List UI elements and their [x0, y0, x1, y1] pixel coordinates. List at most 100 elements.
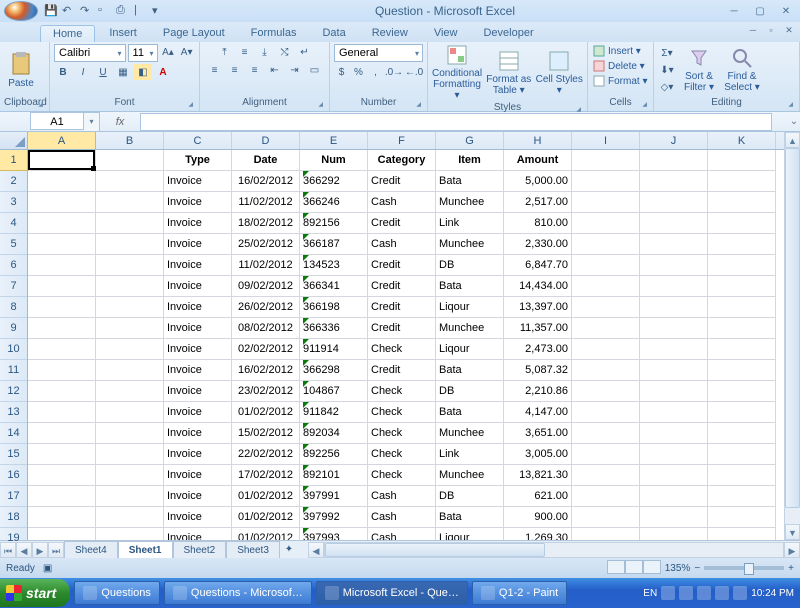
cell[interactable]: 397993: [300, 528, 368, 540]
cell[interactable]: 22/02/2012: [232, 444, 300, 465]
cell[interactable]: Invoice: [164, 213, 232, 234]
cell[interactable]: 2,517.00: [504, 192, 572, 213]
cell[interactable]: [640, 255, 708, 276]
cell[interactable]: [28, 423, 96, 444]
undo-icon[interactable]: ↶: [62, 4, 76, 18]
tab-page-layout[interactable]: Page Layout: [151, 25, 237, 42]
cell[interactable]: 366341: [300, 276, 368, 297]
percent-icon[interactable]: %: [351, 64, 366, 80]
cell[interactable]: 2,330.00: [504, 234, 572, 255]
cell[interactable]: [96, 444, 164, 465]
cell[interactable]: Credit: [368, 276, 436, 297]
cell[interactable]: [28, 339, 96, 360]
cell[interactable]: [96, 360, 164, 381]
row-header[interactable]: 14: [0, 423, 27, 444]
scroll-right-icon[interactable]: ▶: [784, 542, 800, 558]
cell[interactable]: Invoice: [164, 507, 232, 528]
cell[interactable]: [28, 297, 96, 318]
vscroll-thumb[interactable]: [785, 148, 800, 508]
cell[interactable]: [708, 402, 776, 423]
tab-home[interactable]: Home: [40, 25, 95, 42]
cell[interactable]: [96, 192, 164, 213]
cell[interactable]: Check: [368, 339, 436, 360]
cell[interactable]: [640, 528, 708, 540]
cell[interactable]: 17/02/2012: [232, 465, 300, 486]
cell[interactable]: [572, 276, 640, 297]
delete-cells-button[interactable]: Delete ▾: [592, 59, 649, 73]
increase-indent-icon[interactable]: ⇥: [286, 62, 304, 78]
cell[interactable]: [28, 318, 96, 339]
row-header[interactable]: 16: [0, 465, 27, 486]
column-header-E[interactable]: E: [300, 132, 368, 149]
underline-icon[interactable]: U: [94, 64, 112, 80]
align-right-icon[interactable]: ≡: [246, 62, 264, 78]
row-header[interactable]: 11: [0, 360, 27, 381]
cell[interactable]: Invoice: [164, 444, 232, 465]
cell[interactable]: Credit: [368, 171, 436, 192]
cell[interactable]: [572, 444, 640, 465]
scroll-up-icon[interactable]: ▲: [785, 132, 800, 148]
cell[interactable]: [28, 276, 96, 297]
cell[interactable]: Munchee: [436, 192, 504, 213]
cell[interactable]: 892101: [300, 465, 368, 486]
shrink-font-icon[interactable]: A▾: [178, 44, 195, 60]
cell[interactable]: Credit: [368, 213, 436, 234]
cell[interactable]: [640, 465, 708, 486]
cell[interactable]: 366198: [300, 297, 368, 318]
align-middle-icon[interactable]: ≡: [236, 44, 254, 60]
taskbar-item[interactable]: Q1-2 - Paint: [472, 581, 567, 605]
tab-view[interactable]: View: [422, 25, 470, 42]
cell[interactable]: 23/02/2012: [232, 381, 300, 402]
cell[interactable]: [572, 360, 640, 381]
close-button[interactable]: ✕: [776, 4, 796, 18]
clear-icon[interactable]: ◇▾: [658, 79, 676, 95]
cell[interactable]: [96, 339, 164, 360]
cell[interactable]: [640, 402, 708, 423]
tray-icon[interactable]: [661, 586, 675, 600]
cell[interactable]: [96, 213, 164, 234]
cell[interactable]: [640, 423, 708, 444]
cell[interactable]: [28, 381, 96, 402]
cell[interactable]: Invoice: [164, 192, 232, 213]
cell[interactable]: [708, 507, 776, 528]
row-header[interactable]: 15: [0, 444, 27, 465]
cell[interactable]: Invoice: [164, 255, 232, 276]
cell[interactable]: Invoice: [164, 381, 232, 402]
cell[interactable]: [708, 339, 776, 360]
sheet-tab[interactable]: Sheet1: [118, 541, 173, 558]
align-center-icon[interactable]: ≡: [226, 62, 244, 78]
cell[interactable]: 08/02/2012: [232, 318, 300, 339]
cell[interactable]: Cash: [368, 486, 436, 507]
cell[interactable]: Cash: [368, 507, 436, 528]
cell[interactable]: [640, 318, 708, 339]
cell[interactable]: 892256: [300, 444, 368, 465]
align-bottom-icon[interactable]: ⤓: [256, 44, 274, 60]
start-button[interactable]: start: [0, 579, 70, 607]
tray-icon[interactable]: [697, 586, 711, 600]
cell[interactable]: Credit: [368, 360, 436, 381]
row-header[interactable]: 6: [0, 255, 27, 276]
cell[interactable]: [572, 528, 640, 540]
cell[interactable]: [28, 171, 96, 192]
row-header[interactable]: 4: [0, 213, 27, 234]
column-header-B[interactable]: B: [96, 132, 164, 149]
cell[interactable]: Invoice: [164, 360, 232, 381]
cell[interactable]: Check: [368, 381, 436, 402]
decrease-decimal-icon[interactable]: ←.0: [405, 64, 423, 80]
column-header-A[interactable]: A: [28, 132, 96, 149]
tab-formulas[interactable]: Formulas: [239, 25, 309, 42]
cell[interactable]: 397991: [300, 486, 368, 507]
cell[interactable]: [28, 255, 96, 276]
row-header[interactable]: 18: [0, 507, 27, 528]
cell[interactable]: Invoice: [164, 276, 232, 297]
cell[interactable]: [28, 507, 96, 528]
sheet-tab[interactable]: Sheet2: [173, 541, 227, 558]
cell[interactable]: Invoice: [164, 318, 232, 339]
cell[interactable]: [708, 381, 776, 402]
cell[interactable]: Category: [368, 150, 436, 171]
sheet-tab[interactable]: Sheet3: [226, 541, 280, 558]
cell[interactable]: [28, 402, 96, 423]
vertical-scrollbar[interactable]: ▲ ▼: [784, 132, 800, 540]
orientation-icon[interactable]: ⤭: [276, 44, 294, 60]
cell[interactable]: 4,147.00: [504, 402, 572, 423]
